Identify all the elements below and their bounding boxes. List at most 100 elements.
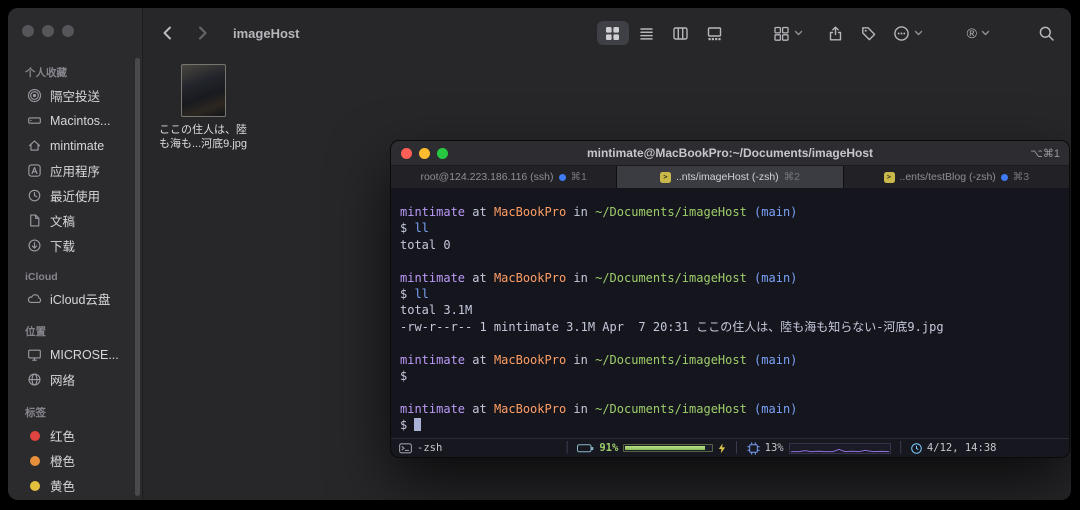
chevron-right-icon xyxy=(193,24,211,42)
airdrop-icon xyxy=(25,88,44,103)
terminal-close-button[interactable] xyxy=(401,147,412,159)
sidebar-item-label: iCloud云盘 xyxy=(50,293,111,307)
search-button[interactable] xyxy=(1038,25,1055,42)
sidebar-item-tag-yellow[interactable]: 黄色 xyxy=(18,473,135,498)
terminal-body[interactable]: mintimate at MacBookPro in ~/Documents/i… xyxy=(391,188,1069,438)
sidebar-item-microsoft-pc[interactable]: MICROSE... xyxy=(18,342,135,367)
sidebar-item-label: 应用程序 xyxy=(50,165,101,179)
sidebar-item-label: 下载 xyxy=(50,240,76,254)
terminal-statusbar: -zsh │ 91% │ 13% │ 4/12, 14:38 xyxy=(391,438,1069,457)
battery-component: 91% xyxy=(577,442,726,454)
finder-sidebar: 个人收藏隔空投送 Macintos... mintimate 应用程序最近使用文稿下载… xyxy=(8,8,143,500)
sidebar-item-label: 最近使用 xyxy=(50,190,101,204)
more-actions-button[interactable] xyxy=(893,25,923,42)
sidebar-item-macintosh-hd[interactable]: Macintos... xyxy=(18,108,135,133)
sidebar-item-label: mintimate xyxy=(50,138,105,153)
sidebar-item-icloud-drive[interactable]: iCloud云盘 xyxy=(18,286,135,311)
sidebar-item-airdrop[interactable]: 隔空投送 xyxy=(18,83,135,108)
chevron-down-icon xyxy=(914,30,923,36)
sidebar-item-network[interactable]: 网络 xyxy=(18,367,135,392)
sidebar-item-recents[interactable]: 最近使用 xyxy=(18,183,135,208)
icon-view-button[interactable] xyxy=(596,21,629,45)
clock-component: 4/12, 14:38 xyxy=(911,442,997,454)
terminal-minimize-button[interactable] xyxy=(419,147,430,159)
file-name-line: ここの住人は、陸 xyxy=(159,124,247,136)
terminal-line: mintimate at MacBookPro in ~/Documents/i… xyxy=(400,352,798,367)
battery-fill xyxy=(625,446,706,450)
extension-menu-button[interactable]: ® xyxy=(967,26,990,40)
terminal-line: $ xyxy=(400,417,1061,433)
search-icon xyxy=(1038,25,1055,42)
column-view-button[interactable] xyxy=(665,21,697,45)
group-button[interactable] xyxy=(773,25,803,42)
terminal-tab-2[interactable]: > ..nts/imageHost (-zsh) ⌘2 xyxy=(617,166,844,188)
tab-shortcut: ⌘1 xyxy=(570,171,587,183)
sidebar-section-title: 位置 xyxy=(25,326,46,338)
charging-bolt-icon xyxy=(718,442,726,454)
sidebar-item-home[interactable]: mintimate xyxy=(18,133,135,158)
sidebar-item-documents[interactable]: 文稿 xyxy=(18,208,135,233)
desktop: 个人收藏隔空投送 Macintos... mintimate 应用程序最近使用文稿下载… xyxy=(0,0,1080,510)
forward-button[interactable] xyxy=(193,24,211,42)
globe-icon xyxy=(25,372,44,387)
clock-label: 4/12, 14:38 xyxy=(926,442,997,454)
terminal-line: $ xyxy=(400,369,408,384)
cpu-percent: 13% xyxy=(764,442,784,454)
sidebar-item-tag-red[interactable]: 红色 xyxy=(18,423,135,448)
sidebar-item-label: 橙色 xyxy=(50,455,76,469)
statusbar-separator: │ xyxy=(733,442,740,454)
hdd-icon xyxy=(25,113,44,128)
finder-traffic-lights xyxy=(22,25,74,37)
cpu-graph xyxy=(788,442,891,454)
shell-icon xyxy=(399,442,412,454)
red-tag-icon xyxy=(25,430,44,441)
battery-percent: 91% xyxy=(599,442,619,454)
sidebar-item-label: MICROSE... xyxy=(50,347,119,362)
cpu-icon xyxy=(747,441,760,455)
chevron-left-icon xyxy=(159,24,177,42)
file-item[interactable]: ここの住人は、陸 も海も...河底9.jpg xyxy=(143,64,263,151)
terminal-zoom-button[interactable] xyxy=(437,147,448,159)
terminal-line: total 0 xyxy=(400,237,451,252)
close-button[interactable] xyxy=(22,25,34,37)
terminal-line: mintimate at MacBookPro in ~/Documents/i… xyxy=(400,401,798,416)
sidebar-item-applications[interactable]: 应用程序 xyxy=(18,158,135,183)
tags-button[interactable] xyxy=(860,25,877,42)
group-grid-icon xyxy=(773,25,790,42)
terminal-titlebar: mintimate@MacBookPro:~/Documents/imageHo… xyxy=(391,141,1069,166)
terminal-window: mintimate@MacBookPro:~/Documents/imageHo… xyxy=(390,140,1070,458)
sidebar-item-label: Macintos... xyxy=(50,113,111,128)
download-icon xyxy=(25,238,44,253)
sidebar-section-title: iCloud xyxy=(25,271,58,283)
cloud-icon xyxy=(25,291,44,306)
zoom-button[interactable] xyxy=(62,25,74,37)
sidebar-item-tag-orange[interactable]: 橙色 xyxy=(18,448,135,473)
columns-view-icon xyxy=(672,25,689,42)
sidebar-section-title: 个人收藏 xyxy=(25,67,67,79)
ellipsis-circle-icon xyxy=(893,25,910,42)
share-button[interactable] xyxy=(827,25,844,42)
gallery-view-button[interactable] xyxy=(699,21,731,45)
battery-icon xyxy=(577,443,594,453)
sidebar-item-label: 隔空投送 xyxy=(50,90,101,104)
terminal-line: mintimate at MacBookPro in ~/Documents/i… xyxy=(400,270,798,285)
back-button[interactable] xyxy=(159,24,177,42)
view-switcher xyxy=(596,21,731,45)
terminal-cursor xyxy=(414,418,422,432)
sidebar-item-label: 黄色 xyxy=(50,480,76,494)
sidebar-item-downloads[interactable]: 下载 xyxy=(18,233,135,258)
terminal-line: $ ll xyxy=(400,287,429,302)
terminal-line: total 3.1M xyxy=(400,303,473,318)
statusbar-separator: │ xyxy=(897,442,904,454)
tab-shortcut: ⌘2 xyxy=(783,171,801,183)
minimize-button[interactable] xyxy=(42,25,54,37)
sidebar-item-tag-green[interactable]: 绿色 xyxy=(18,498,135,500)
terminal-tab-3[interactable]: > ..ents/testBlog (-zsh) ⌘3 xyxy=(843,166,1069,188)
sidebar-scrollbar[interactable] xyxy=(135,58,140,496)
terminal-tab-1[interactable]: root@124.223.186.116 (ssh) ⌘1 xyxy=(391,166,618,188)
zsh-icon: > xyxy=(883,171,895,183)
activity-dot-icon xyxy=(558,173,566,181)
clock-icon xyxy=(911,442,922,454)
list-view-button[interactable] xyxy=(631,21,663,45)
